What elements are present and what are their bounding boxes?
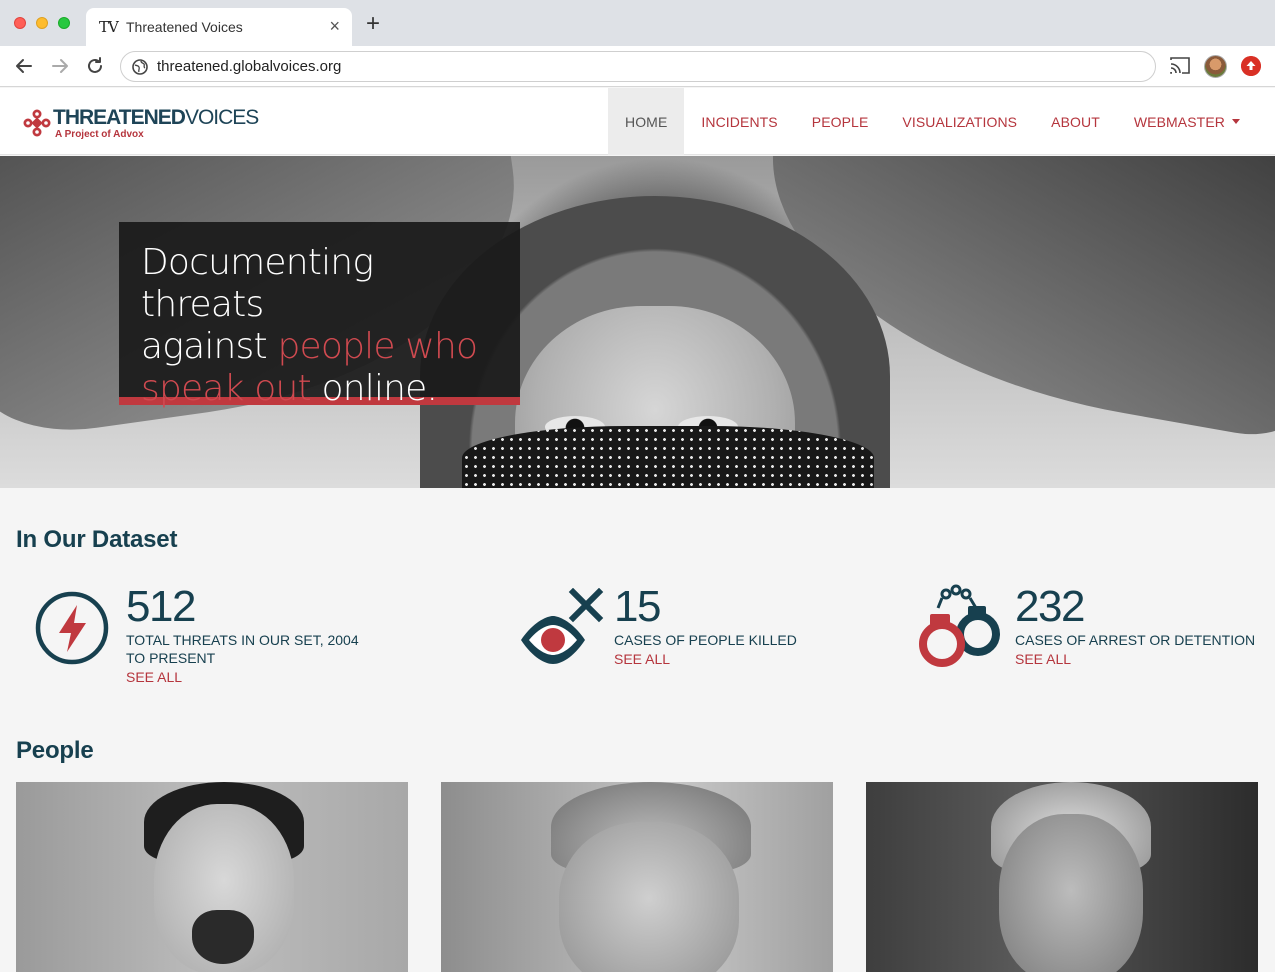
- back-arrow-icon[interactable]: [12, 54, 36, 78]
- maximize-window-button[interactable]: [58, 17, 70, 29]
- stat-killed-label: CASES OF PEOPLE KILLED: [614, 632, 797, 648]
- person-photo-face: [559, 822, 739, 972]
- person-photo-face: [999, 814, 1143, 972]
- nav-webmaster-label: WEBMASTER: [1133, 113, 1225, 130]
- nav-people[interactable]: PEOPLE: [795, 88, 886, 155]
- see-all-killed-link[interactable]: SEE ALL: [614, 651, 670, 667]
- see-all-arrest-link[interactable]: SEE ALL: [1015, 651, 1071, 667]
- dataset-title: In Our Dataset: [16, 526, 178, 553]
- stat-threats-label: TOTAL THREATS IN OUR SET, 2004 TO PRESEN…: [126, 632, 359, 666]
- cast-icon[interactable]: [1169, 56, 1191, 76]
- stat-killed-value: 15: [614, 582, 661, 631]
- person-card[interactable]: [16, 782, 408, 972]
- tab-favicon-icon: TV: [99, 18, 119, 36]
- browser-tab[interactable]: TV Threatened Voices ×: [86, 8, 352, 46]
- nav-home[interactable]: HOME: [607, 88, 685, 155]
- update-arrow-icon[interactable]: [1241, 56, 1261, 76]
- tab-title: Threatened Voices: [126, 19, 243, 35]
- minimize-window-button[interactable]: [36, 17, 48, 29]
- person-card[interactable]: [441, 782, 833, 972]
- logo-wordmark: THREATENEDVOICES: [53, 106, 259, 129]
- stat-arrest-label: CASES OF ARREST OR DETENTION: [1015, 632, 1256, 648]
- person-card[interactable]: [866, 782, 1258, 972]
- forward-arrow-icon[interactable]: [48, 54, 72, 78]
- people-title: People: [16, 737, 94, 764]
- tab-close-icon[interactable]: ×: [329, 16, 340, 36]
- url-text: threatened.globalvoices.org: [157, 58, 342, 75]
- nav-incidents[interactable]: INCIDENTS: [684, 88, 794, 155]
- browser-toolbar: threatened.globalvoices.org: [0, 46, 1275, 87]
- logo-subtitle: A Project of Advox: [55, 129, 144, 140]
- site-info-icon[interactable]: [132, 59, 148, 75]
- site-logo[interactable]: THREATENEDVOICES A Project of Advox: [22, 106, 262, 142]
- nav-webmaster[interactable]: WEBMASTER: [1117, 88, 1257, 155]
- browser-tab-bar: TV Threatened Voices × +: [0, 0, 1275, 46]
- nav-visualizations[interactable]: VISUALIZATIONS: [885, 88, 1034, 155]
- hero-banner: Documenting threats against people who s…: [0, 156, 1275, 488]
- see-all-threats-link[interactable]: SEE ALL: [126, 669, 182, 685]
- crossed-eye-icon: [521, 588, 604, 664]
- site-header: THREATENEDVOICES A Project of Advox HOME…: [0, 88, 1275, 155]
- logo-knot-icon: [23, 109, 51, 137]
- profile-avatar[interactable]: [1204, 55, 1227, 78]
- main-nav: HOME INCIDENTS PEOPLE VISUALIZATIONS ABO…: [607, 88, 1257, 155]
- handcuffs-icon: [919, 584, 1000, 667]
- person-photo-beard: [192, 910, 254, 964]
- nav-about[interactable]: ABOUT: [1034, 88, 1117, 155]
- stat-threats-value: 512: [126, 582, 196, 631]
- caret-down-icon: [1232, 119, 1240, 124]
- close-window-button[interactable]: [14, 17, 26, 29]
- reload-icon[interactable]: [83, 54, 107, 78]
- hero-image-mask: [462, 426, 874, 488]
- address-bar[interactable]: threatened.globalvoices.org: [120, 51, 1156, 82]
- new-tab-icon[interactable]: +: [366, 12, 380, 36]
- lightning-icon: [35, 591, 109, 665]
- stat-arrest-value: 232: [1015, 582, 1085, 631]
- hero-tagline: Documenting threats against people who s…: [141, 242, 478, 409]
- hero-tagline-box: Documenting threats against people who s…: [119, 222, 520, 409]
